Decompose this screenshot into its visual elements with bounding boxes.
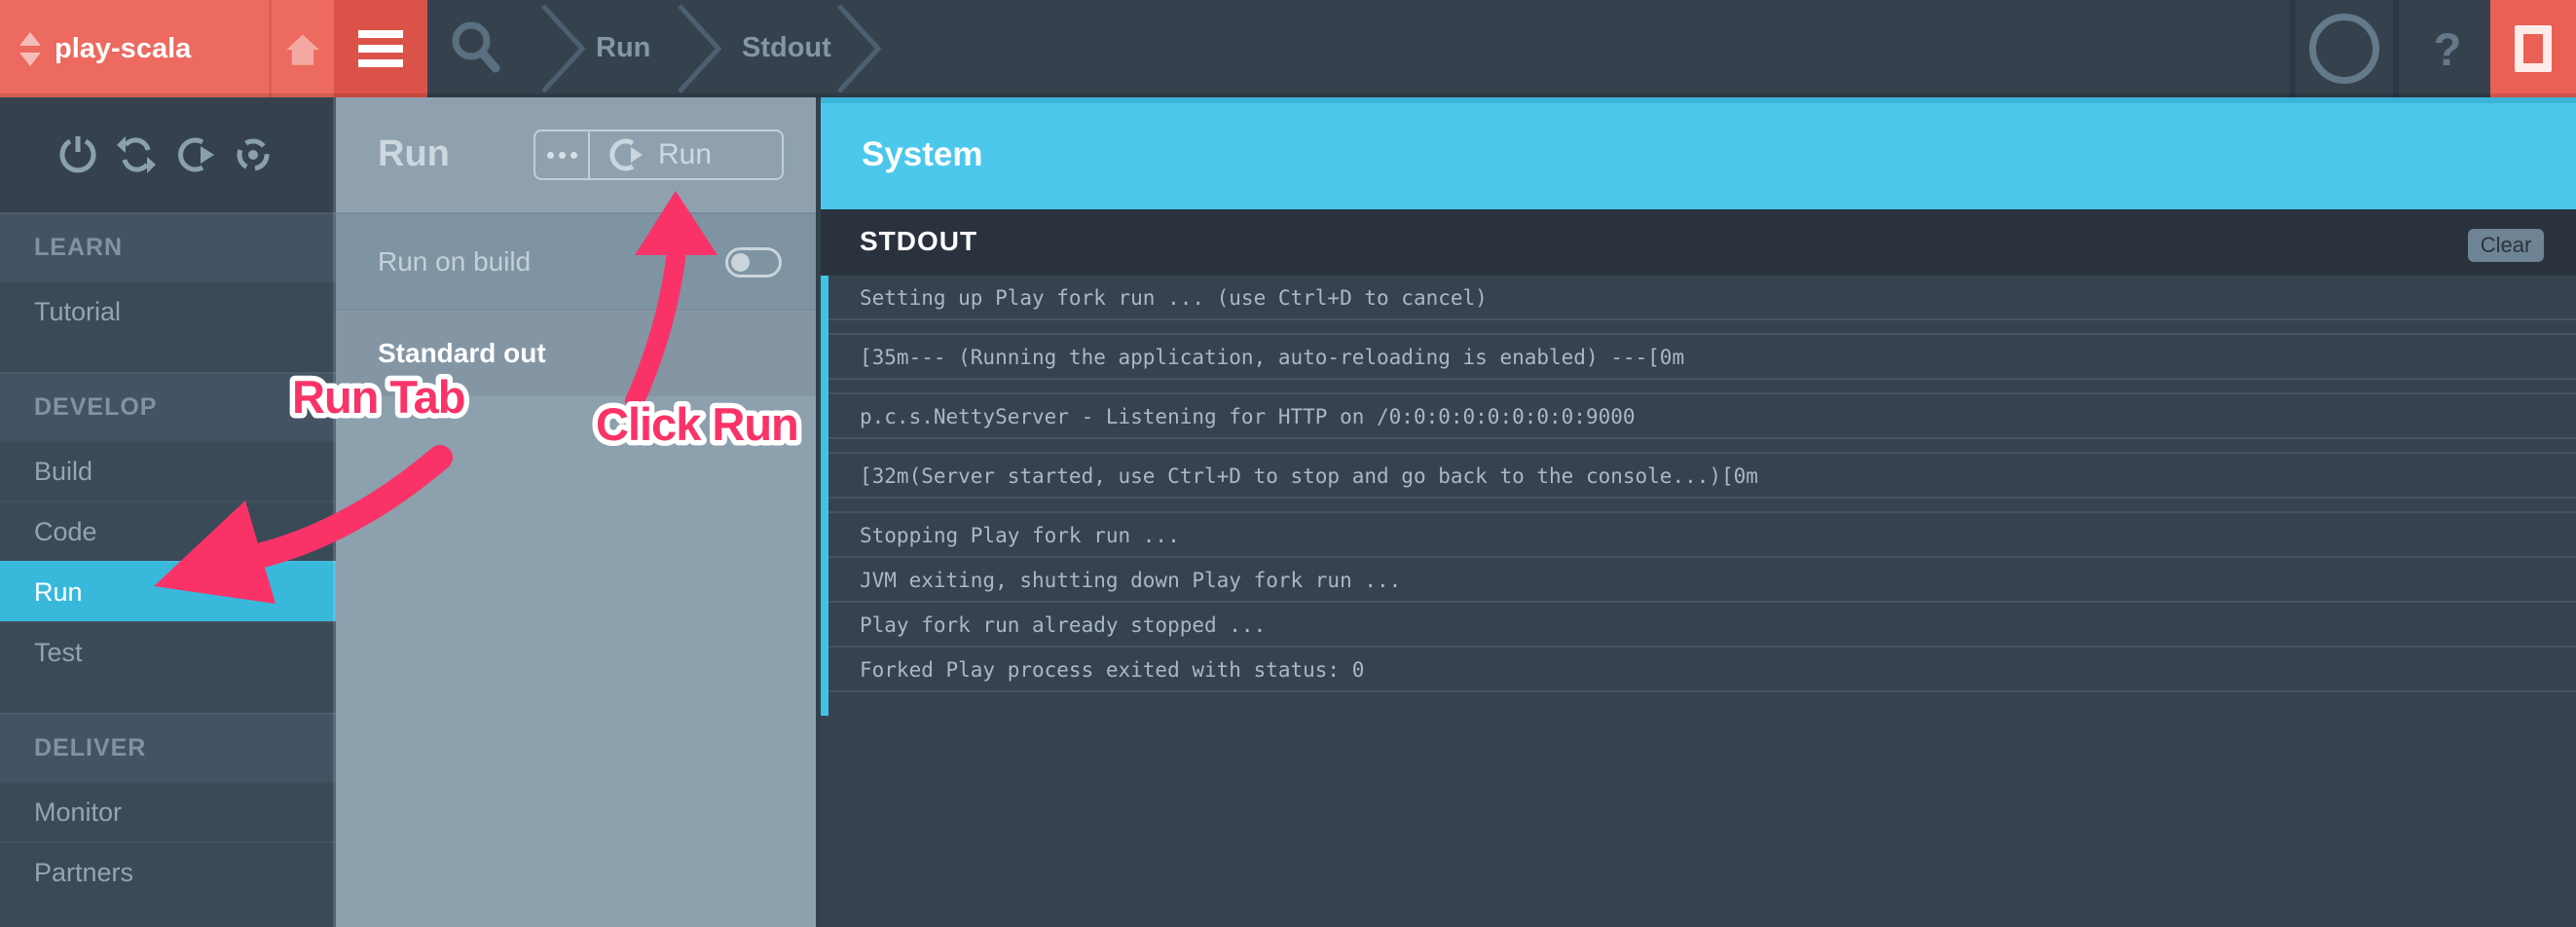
- restart-icon[interactable]: [172, 132, 217, 177]
- console-line: [32m(Server started, use Ctrl+D to stop …: [821, 454, 2576, 499]
- run-on-build-row: Run on build: [336, 212, 821, 309]
- activator-window: play-scala Run Stdout ?: [0, 0, 2576, 927]
- toggle-knob: [731, 253, 750, 272]
- run-button[interactable]: Run: [590, 131, 782, 178]
- system-title: System: [862, 103, 983, 209]
- console-blank-line: [821, 499, 2576, 513]
- project-switcher-icon: [19, 32, 41, 66]
- console-line: Setting up Play fork run ... (use Ctrl+D…: [821, 276, 2576, 320]
- breadcrumb-chevrons: [506, 2, 896, 95]
- standard-out-label: Standard out: [378, 338, 546, 369]
- project-name: play-scala: [55, 33, 191, 65]
- run-split-button[interactable]: Run: [534, 130, 784, 180]
- sidebar-item-tutorial[interactable]: Tutorial: [0, 280, 336, 341]
- power-icon[interactable]: [55, 132, 100, 177]
- sidebar-gap: [0, 682, 336, 713]
- sidebar-item-test[interactable]: Test: [0, 621, 336, 682]
- system-header: System: [821, 97, 2576, 209]
- console-line: [35m--- (Running the application, auto-r…: [821, 335, 2576, 380]
- search-icon[interactable]: [440, 14, 510, 84]
- hamburger-icon: [358, 30, 403, 38]
- panel-title: Run: [378, 97, 450, 212]
- console-blank-line: [821, 320, 2576, 335]
- top-bar: play-scala Run Stdout ?: [0, 0, 2576, 97]
- standard-out-tab[interactable]: Standard out: [336, 309, 821, 396]
- run-on-build-label: Run on build: [378, 246, 531, 278]
- sidebar-item-run[interactable]: Run: [0, 561, 336, 621]
- sidebar-item-code[interactable]: Code: [0, 501, 336, 561]
- console-line: Forked Play process exited with status: …: [821, 648, 2576, 692]
- stdout-title: STDOUT: [860, 209, 977, 276]
- sync-icon[interactable]: [114, 132, 159, 177]
- home-icon: [284, 31, 321, 66]
- console-blank-line: [821, 380, 2576, 394]
- sidebar-section-develop: DEVELOP: [0, 372, 336, 440]
- sidebar: LEARN Tutorial DEVELOP Build Code Run Te…: [0, 97, 336, 927]
- sidebar-item-partners[interactable]: Partners: [0, 841, 336, 902]
- sidebar-quick-actions: [0, 97, 336, 212]
- home-button[interactable]: [269, 0, 334, 97]
- breadcrumb-stdout[interactable]: Stdout: [742, 0, 831, 97]
- clear-button[interactable]: Clear: [2468, 229, 2544, 262]
- breadcrumb-run[interactable]: Run: [596, 0, 650, 97]
- console-output: Setting up Play fork run ... (use Ctrl+D…: [821, 276, 2576, 692]
- main-menu-button[interactable]: [334, 0, 427, 97]
- sidebar-section-deliver: DELIVER: [0, 713, 336, 781]
- process-icon[interactable]: [231, 132, 276, 177]
- question-mark-icon: ?: [2434, 22, 2462, 76]
- console-line: Stopping Play fork run ...: [821, 513, 2576, 558]
- console-blank-line: [821, 439, 2576, 454]
- status-circle-icon: [2309, 14, 2379, 84]
- panel-toggle-icon: [2515, 25, 2552, 72]
- sidebar-item-build[interactable]: Build: [0, 440, 336, 501]
- sidebar-item-monitor[interactable]: Monitor: [0, 781, 336, 841]
- console-line: Play fork run already stopped ...: [821, 603, 2576, 648]
- run-button-label: Run: [658, 138, 712, 171]
- console-accent-strip: [821, 276, 828, 716]
- project-selector[interactable]: play-scala: [0, 0, 269, 97]
- stdout-header: STDOUT Clear: [821, 209, 2576, 276]
- more-options-button[interactable]: [535, 131, 590, 178]
- run-panel: Run Run Run on build: [336, 97, 821, 927]
- sidebar-section-learn: LEARN: [0, 212, 336, 280]
- run-icon: [606, 134, 646, 175]
- console-pane: System STDOUT Clear Setting up Play fork…: [821, 97, 2576, 927]
- status-indicator-button[interactable]: [2290, 0, 2393, 97]
- console-line: JVM exiting, shutting down Play fork run…: [821, 558, 2576, 603]
- ellipsis-icon: [547, 152, 554, 159]
- run-panel-header: Run Run: [336, 97, 821, 212]
- run-on-build-toggle[interactable]: [725, 247, 782, 278]
- panel-toggle-button[interactable]: [2490, 0, 2576, 97]
- sidebar-gap: [0, 341, 336, 372]
- console-line: p.c.s.NettyServer - Listening for HTTP o…: [821, 394, 2576, 439]
- help-button[interactable]: ?: [2393, 0, 2496, 97]
